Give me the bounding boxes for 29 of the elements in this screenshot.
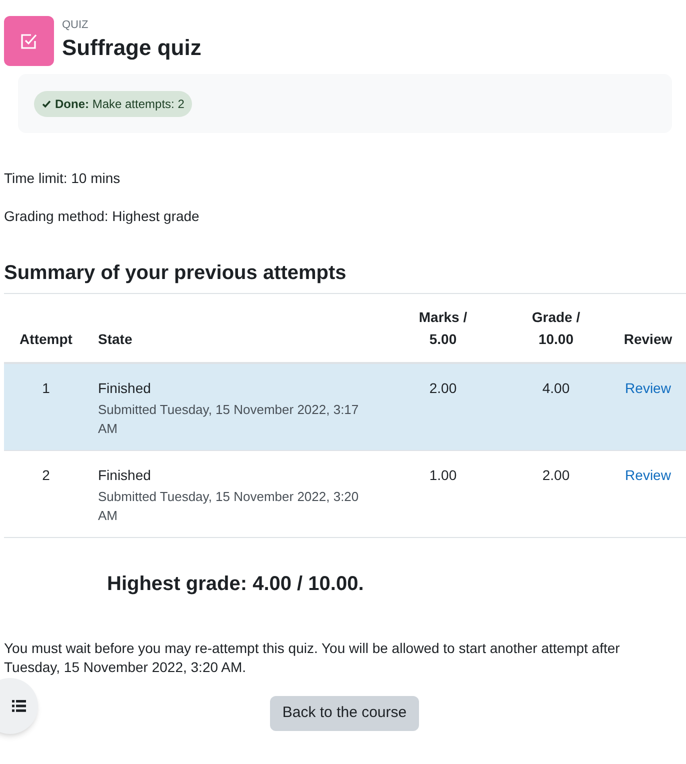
column-header: Attempt [20,330,72,349]
quiz-icon [4,16,54,66]
info-text: Grading method: Highest grade [4,207,200,226]
wait-message: You must wait before you may re-attempt this quiz. You will be allowed to start another attempt after Tuesday, 15 November 2022, 3:20 AM. [4,639,621,677]
submitted-time: Submitted Tuesday, 15 November 2022, 3:20 AM [98,488,360,525]
attempt-state: Finished [98,466,152,485]
column-header: State [98,330,132,349]
column-header: Marks / 5.00 [418,308,468,349]
section-heading: Summary of your previous attempts [4,259,686,294]
page-title: Suffrage quiz [62,34,202,62]
table-cell: 1 [42,380,50,396]
list-icon [12,700,26,712]
table-cell: 2.00 [542,467,570,483]
table-cell: 2 [42,467,50,483]
completion-badge: Done: Make attempts: 2 [34,90,192,116]
check-icon [42,100,51,108]
review-link[interactable]: Review [625,380,671,396]
table-cell: 2.00 [429,380,457,396]
submitted-time: Submitted Tuesday, 15 November 2022, 3:17 AM [98,401,360,438]
column-header: Review [624,330,672,349]
highest-grade-text: Highest grade: 4.00 / 10.00. [107,572,364,597]
table-cell: 4.00 [542,380,570,396]
module-type-label: QUIZ [62,18,90,32]
info-text: Time limit: 10 mins [4,169,122,188]
back-to-course-button[interactable]: Back to the course [270,696,419,731]
column-header: Grade / 10.00 [530,308,582,349]
attempt-state: Finished [98,379,152,398]
review-link[interactable]: Review [625,467,671,483]
table-cell: 1.00 [429,467,457,483]
